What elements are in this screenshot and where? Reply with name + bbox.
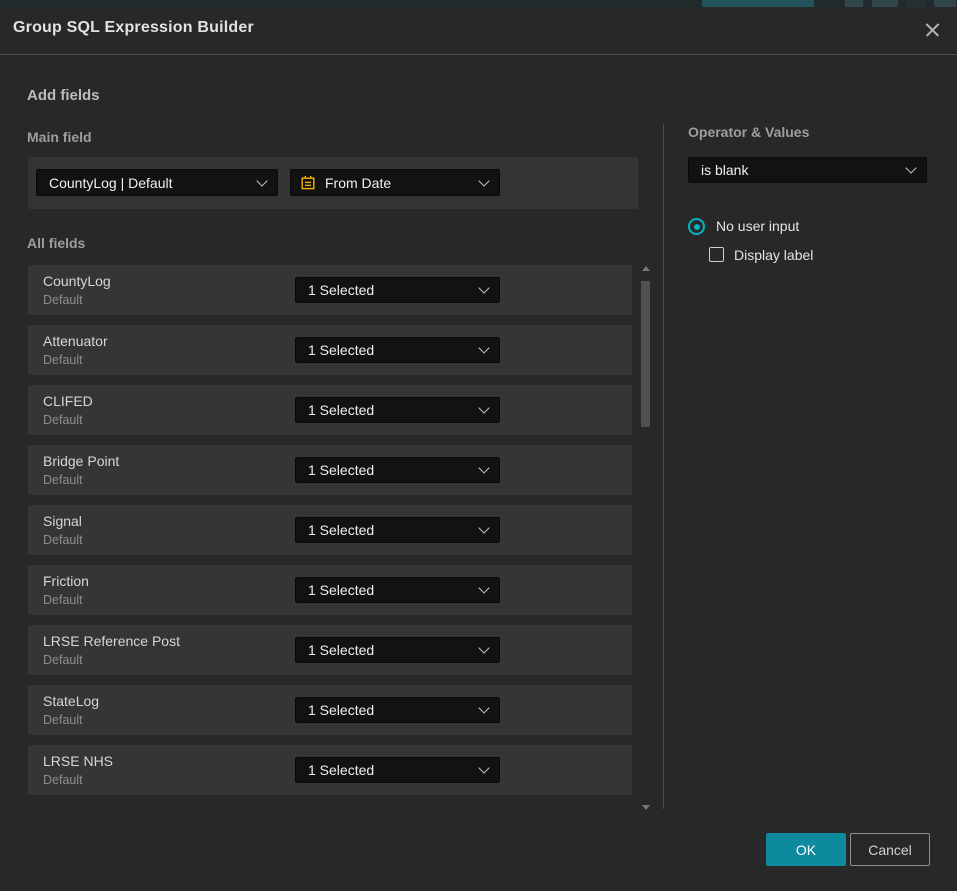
field-row-clifed: CLIFED Default 1 Selected (28, 385, 632, 435)
chevron-down-icon (478, 175, 489, 186)
field-name: Attenuator (43, 333, 108, 349)
field-selection-value: 1 Selected (308, 582, 374, 598)
chevron-down-icon (478, 522, 489, 533)
chevron-down-icon (478, 342, 489, 353)
field-row-statelog: StateLog Default 1 Selected (28, 685, 632, 735)
field-selection-select[interactable]: 1 Selected (295, 757, 500, 783)
field-type: Default (43, 533, 83, 547)
background-app-strip (0, 0, 957, 7)
field-selection-select[interactable]: 1 Selected (295, 517, 500, 543)
main-field-select[interactable]: From Date (290, 169, 500, 196)
field-type: Default (43, 713, 83, 727)
chevron-down-icon (478, 282, 489, 293)
field-type: Default (43, 653, 83, 667)
field-type: Default (43, 413, 83, 427)
field-selection-select[interactable]: 1 Selected (295, 397, 500, 423)
field-row-attenuator: Attenuator Default 1 Selected (28, 325, 632, 375)
chevron-down-icon (478, 462, 489, 473)
field-selection-value: 1 Selected (308, 642, 374, 658)
calendar-icon (300, 175, 316, 191)
field-row-bridge-point: Bridge Point Default 1 Selected (28, 445, 632, 495)
chevron-down-icon (478, 642, 489, 653)
field-selection-select[interactable]: 1 Selected (295, 457, 500, 483)
display-label-checkbox[interactable] (709, 247, 724, 262)
field-row-countylog: CountyLog Default 1 Selected (28, 265, 632, 315)
field-type: Default (43, 353, 83, 367)
field-selection-value: 1 Selected (308, 762, 374, 778)
scroll-up-arrow-icon[interactable] (642, 266, 650, 271)
field-selection-select[interactable]: 1 Selected (295, 277, 500, 303)
main-field-label: Main field (27, 129, 92, 145)
panel-divider (663, 124, 664, 809)
background-fragment (872, 0, 898, 7)
all-fields-label: All fields (27, 235, 85, 251)
close-icon[interactable] (923, 20, 942, 39)
field-selection-value: 1 Selected (308, 522, 374, 538)
field-type: Default (43, 593, 83, 607)
group-sql-expression-builder-dialog: Group SQL Expression Builder Add fields … (0, 7, 957, 891)
main-field-panel: CountyLog | Default From Date (28, 157, 638, 209)
field-row-friction: Friction Default 1 Selected (28, 565, 632, 615)
scrollbar-thumb[interactable] (641, 281, 650, 427)
chevron-down-icon (905, 162, 916, 173)
field-type: Default (43, 293, 83, 307)
field-selection-select[interactable]: 1 Selected (295, 337, 500, 363)
field-row-signal: Signal Default 1 Selected (28, 505, 632, 555)
field-name: CountyLog (43, 273, 111, 289)
field-name: Signal (43, 513, 82, 529)
field-selection-value: 1 Selected (308, 282, 374, 298)
field-selection-value: 1 Selected (308, 702, 374, 718)
chevron-down-icon (478, 402, 489, 413)
fields-list-scrollbar (639, 258, 652, 812)
field-selection-value: 1 Selected (308, 462, 374, 478)
main-field-select-value: From Date (325, 175, 391, 191)
chevron-down-icon (478, 702, 489, 713)
field-name: LRSE NHS (43, 753, 113, 769)
field-selection-value: 1 Selected (308, 342, 374, 358)
field-selection-value: 1 Selected (308, 402, 374, 418)
field-name: Friction (43, 573, 89, 589)
field-name: StateLog (43, 693, 99, 709)
field-name: CLIFED (43, 393, 93, 409)
main-layer-select-value: CountyLog | Default (49, 175, 173, 191)
background-fragment (702, 0, 814, 7)
chevron-down-icon (478, 762, 489, 773)
field-row-lrse-nhs: LRSE NHS Default 1 Selected (28, 745, 632, 795)
operator-select[interactable]: is blank (688, 157, 927, 183)
field-name: Bridge Point (43, 453, 119, 469)
chevron-down-icon (478, 582, 489, 593)
operator-select-value: is blank (701, 162, 748, 178)
field-type: Default (43, 773, 83, 787)
no-user-input-label: No user input (716, 218, 799, 235)
field-selection-select[interactable]: 1 Selected (295, 637, 500, 663)
field-type: Default (43, 473, 83, 487)
scroll-down-arrow-icon[interactable] (642, 805, 650, 810)
background-fragment (845, 0, 863, 7)
field-name: LRSE Reference Post (43, 633, 180, 649)
main-layer-select[interactable]: CountyLog | Default (36, 169, 278, 196)
chevron-down-icon (256, 175, 267, 186)
dialog-title: Group SQL Expression Builder (13, 19, 254, 37)
operator-values-label: Operator & Values (688, 124, 809, 140)
field-selection-select[interactable]: 1 Selected (295, 697, 500, 723)
display-label-label: Display label (734, 247, 813, 263)
field-row-lrse-reference-post: LRSE Reference Post Default 1 Selected (28, 625, 632, 675)
add-fields-heading: Add fields (27, 87, 100, 104)
dialog-header: Group SQL Expression Builder (0, 7, 957, 55)
background-fragment (934, 0, 956, 7)
background-fragment (906, 0, 926, 7)
field-selection-select[interactable]: 1 Selected (295, 577, 500, 603)
cancel-button[interactable]: Cancel (850, 833, 930, 866)
ok-button[interactable]: OK (766, 833, 846, 866)
no-user-input-radio[interactable] (688, 218, 705, 235)
